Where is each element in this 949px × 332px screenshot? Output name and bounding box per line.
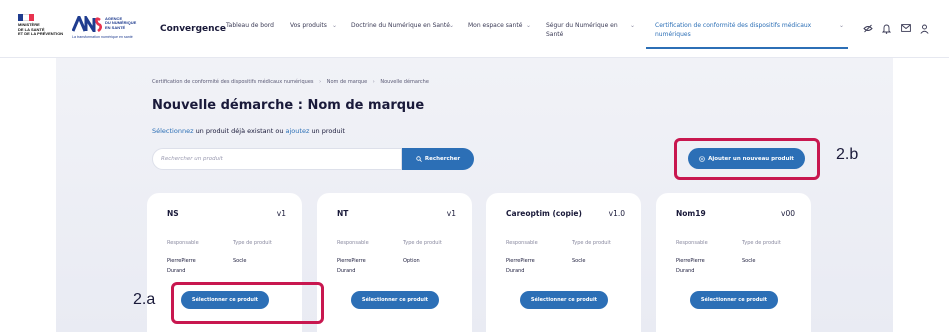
ans-tagline: La transformation numérique en santé (72, 35, 133, 39)
nav-segur[interactable]: Ségur du Numérique en Santé ⌄ (546, 21, 636, 39)
search-placeholder: Rechercher un produit (161, 156, 223, 162)
product-name: Nom19 (676, 209, 706, 218)
type-label: Type de produit (572, 240, 611, 246)
nav-label: Doctrine du Numérique en Santé (351, 22, 450, 29)
search-button-label: Rechercher (424, 156, 461, 162)
breadcrumb-separator: › (319, 79, 322, 85)
chevron-down-icon: ⌄ (332, 22, 338, 29)
nav-tableau-de-bord[interactable]: Tableau de bord (226, 21, 276, 30)
annotation-label-a: 2.a (133, 291, 156, 308)
type-value: Socle (233, 258, 247, 264)
breadcrumb: Certification de conformité des disposit… (152, 79, 429, 85)
responsable-value: PierrePierre Durand (506, 258, 535, 274)
ministry-logo-line: ET DE LA PRÉVENTION (18, 31, 64, 37)
subtitle-text: un produit (309, 127, 345, 135)
product-name: Careoptim (copie) (506, 209, 582, 218)
top-header: MINISTÈRE DE LA SANTÉ ET DE LA PRÉVENTIO… (0, 0, 949, 58)
responsable-label: Responsable (337, 240, 369, 246)
responsable-label: Responsable (676, 240, 708, 246)
ans-logo-line: EN SANTÉ (105, 24, 126, 30)
nav-label: Certification de conformité des disposit… (655, 22, 812, 38)
product-card: NT v1 Responsable Type de produit Pierre… (317, 193, 472, 332)
nav-label: Ségur du Numérique en Santé (546, 22, 618, 38)
search-input[interactable]: Rechercher un produit (152, 148, 402, 170)
nav-mon-espace-sante[interactable]: Mon espace santé ⌄ (468, 21, 532, 30)
responsable-label: Responsable (506, 240, 538, 246)
nav-label: Tableau de bord (226, 22, 274, 29)
ministry-logo[interactable]: MINISTÈRE DE LA SANTÉ ET DE LA PRÉVENTIO… (18, 14, 66, 42)
app-brand[interactable]: Convergence (160, 24, 226, 34)
chevron-down-icon: ⌄ (630, 22, 636, 29)
subtitle-text: un produit déjà existant ou (193, 127, 286, 135)
chevron-down-icon: ⌄ (839, 22, 845, 29)
product-version: v1.0 (608, 209, 625, 218)
select-link[interactable]: Sélectionnez (152, 127, 194, 135)
ans-logo-letters (71, 12, 102, 37)
search-icon (416, 156, 422, 162)
product-version: v1 (446, 209, 456, 218)
select-product-button[interactable]: Sélectionner ce produit (351, 291, 439, 309)
active-nav-indicator (646, 47, 848, 49)
chevron-down-icon: ⌄ (449, 22, 455, 29)
product-version: v00 (781, 209, 795, 218)
page-subtitle: Sélectionnez un produit déjà existant ou… (152, 127, 345, 135)
search-button[interactable]: Rechercher (402, 148, 474, 170)
ans-logo-mark (71, 12, 102, 37)
header-icons (862, 24, 930, 37)
eye-off-icon[interactable] (862, 24, 873, 37)
responsable-label: Responsable (167, 240, 199, 246)
nav-label: Vos produits (290, 22, 327, 29)
chevron-down-icon: ⌄ (526, 22, 532, 29)
breadcrumb-item-nom-de-marque[interactable]: Nom de marque (327, 79, 367, 85)
annotation-label-b: 2.b (836, 146, 859, 163)
type-value: Option (403, 258, 420, 264)
breadcrumb-separator: › (372, 79, 375, 85)
highlight-box-select (171, 282, 324, 324)
french-flag-icon (18, 14, 34, 21)
nav-label: Mon espace santé (468, 22, 523, 29)
type-value: Socle (742, 258, 756, 264)
product-name: NT (337, 209, 349, 218)
page-title: Nouvelle démarche : Nom de marque (152, 98, 425, 113)
responsable-value: PierrePierre Durand (676, 258, 705, 274)
type-label: Type de produit (403, 240, 442, 246)
ans-logo-subtitle: AGENCE DU NUMÉRIQUE EN SANTÉ (105, 16, 136, 30)
product-name: NS (167, 209, 179, 218)
nav-vos-produits[interactable]: Vos produits ⌄ (290, 21, 338, 30)
type-label: Type de produit (742, 240, 781, 246)
nav-doctrine[interactable]: Doctrine du Numérique en Santé ⌄ (351, 21, 455, 30)
type-label: Type de produit (233, 240, 272, 246)
breadcrumb-item-certification[interactable]: Certification de conformité des disposit… (152, 79, 314, 85)
product-card: Careoptim (copie) v1.0 Responsable Type … (486, 193, 641, 332)
breadcrumb-item-current: Nouvelle démarche (380, 79, 429, 85)
product-card: Nom19 v00 Responsable Type de produit Pi… (656, 193, 811, 332)
select-product-button[interactable]: Sélectionner ce produit (520, 291, 608, 309)
responsable-value: PierrePierre Durand (167, 258, 196, 274)
type-value: Socle (572, 258, 586, 264)
responsable-value: PierrePierre Durand (337, 258, 366, 274)
mail-icon[interactable] (900, 24, 911, 37)
user-icon[interactable] (919, 24, 930, 37)
nav-certification[interactable]: Certification de conformité des disposit… (655, 21, 844, 39)
select-product-button[interactable]: Sélectionner ce produit (690, 291, 778, 309)
add-link[interactable]: ajoutez (286, 127, 310, 135)
highlight-box-add (674, 138, 820, 180)
ans-logo[interactable]: AGENCE DU NUMÉRIQUE EN SANTÉ La transfor… (71, 12, 140, 44)
product-version: v1 (276, 209, 286, 218)
bell-icon[interactable] (881, 24, 892, 37)
